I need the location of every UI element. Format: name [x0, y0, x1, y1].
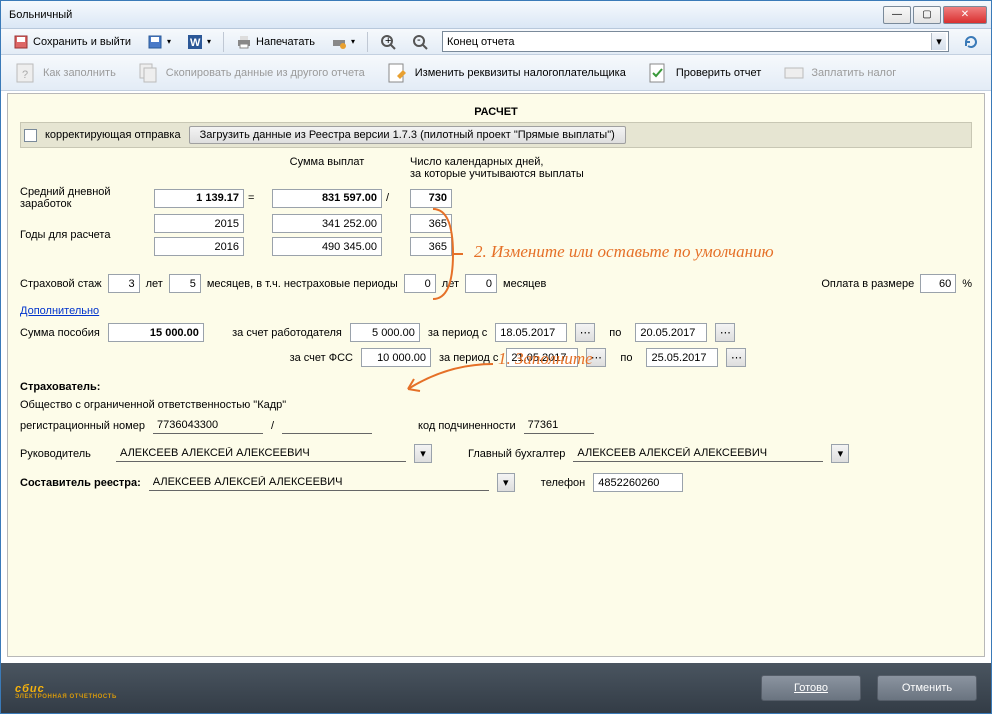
calendar-button[interactable]: ⋯	[726, 348, 746, 367]
benefit-sum-label: Сумма пособия	[20, 327, 100, 339]
close-button[interactable]: ✕	[943, 6, 987, 24]
benefit-sum-input[interactable]	[108, 323, 204, 342]
year2-sum-input[interactable]	[272, 237, 382, 256]
zoom-out-icon: -	[412, 34, 428, 50]
help-icon: ?	[15, 62, 37, 84]
disk-icon	[147, 34, 163, 50]
reg-num-input[interactable]	[153, 417, 263, 434]
save-icon	[13, 34, 29, 50]
employer-sum-input[interactable]	[350, 323, 420, 342]
save-exit-button[interactable]: Сохранить и выйти	[7, 32, 137, 52]
nonins-months-input[interactable]	[465, 274, 497, 293]
compiler-input[interactable]	[149, 474, 489, 491]
minimize-button[interactable]: —	[883, 6, 911, 24]
dropdown-button[interactable]: ▾	[497, 473, 515, 492]
window-title: Больничный	[9, 9, 883, 21]
accountant-input[interactable]	[573, 445, 823, 462]
section-title: РАСЧЕТ	[20, 102, 972, 122]
pay-icon	[783, 62, 805, 84]
fss-date-from-input[interactable]	[506, 348, 578, 367]
load-registry-button[interactable]: Загрузить данные из Реестра версии 1.7.3…	[189, 126, 626, 144]
maximize-button[interactable]: ▢	[913, 6, 941, 24]
pay-rate-input[interactable]	[920, 274, 956, 293]
svg-text:+: +	[385, 35, 391, 47]
check-icon	[648, 62, 670, 84]
ok-button[interactable]: Готово	[761, 675, 861, 701]
emp-date-from-input[interactable]	[495, 323, 567, 342]
how-fill-button: ? Как заполнить	[7, 58, 124, 88]
stazh-years-input[interactable]	[108, 274, 140, 293]
year2-days-input[interactable]	[410, 237, 452, 256]
org-name: Общество с ограниченной ответственностью…	[20, 399, 286, 411]
print-dropdown-button[interactable]: ▾	[325, 32, 361, 52]
additional-link[interactable]: Дополнительно	[20, 305, 99, 317]
printer-icon	[236, 34, 252, 50]
calendar-button[interactable]: ⋯	[715, 323, 735, 342]
logo: сбис ЭЛЕКТРОННАЯ ОТЧЕТНОСТЬ	[15, 676, 117, 700]
footer: сбис ЭЛЕКТРОННАЯ ОТЧЕТНОСТЬ Готово Отмен…	[1, 663, 991, 713]
dropdown-button[interactable]: ▾	[831, 444, 849, 463]
year1-input[interactable]	[154, 214, 244, 233]
fss-sum-input[interactable]	[361, 348, 431, 367]
nonins-years-input[interactable]	[404, 274, 436, 293]
save-button[interactable]: ▾	[141, 32, 177, 52]
main-toolbar: Сохранить и выйти ▾ W▾ Напечатать ▾ + - …	[1, 29, 991, 55]
printer-gear-icon	[331, 34, 347, 50]
years-label: Годы для расчета	[20, 229, 150, 241]
sub-code-input[interactable]	[524, 417, 594, 434]
change-requisites-button[interactable]: Изменить реквизиты налогоплательщика	[379, 58, 634, 88]
svg-text:-: -	[417, 34, 421, 46]
nav-combo[interactable]: Конец отчета ▾	[442, 31, 949, 52]
refresh-icon	[963, 34, 979, 50]
pay-tax-button: Заплатить налог	[775, 58, 904, 88]
correction-checkbox[interactable]	[24, 129, 37, 142]
correction-label: корректирующая отправка	[45, 129, 181, 141]
total-sum-input[interactable]	[272, 189, 382, 208]
fss-date-to-input[interactable]	[646, 348, 718, 367]
days-header: Число календарных дней,за которые учитыв…	[410, 156, 610, 180]
dropdown-button[interactable]: ▾	[414, 444, 432, 463]
emp-date-to-input[interactable]	[635, 323, 707, 342]
year2-input[interactable]	[154, 237, 244, 256]
edit-doc-icon	[387, 62, 409, 84]
print-button[interactable]: Напечатать	[230, 32, 321, 52]
refresh-button[interactable]	[957, 32, 985, 52]
calendar-button[interactable]: ⋯	[586, 348, 606, 367]
year1-sum-input[interactable]	[272, 214, 382, 233]
svg-text:W: W	[190, 37, 201, 49]
titlebar: Больничный — ▢ ✕	[1, 1, 991, 29]
calendar-button[interactable]: ⋯	[575, 323, 595, 342]
total-days-input[interactable]	[410, 189, 452, 208]
chevron-down-icon[interactable]: ▾	[931, 33, 946, 50]
avg-daily-label: Средний дневной заработок	[20, 186, 150, 210]
word-icon: W	[187, 34, 203, 50]
reg-num2-input[interactable]	[282, 417, 372, 434]
avg-daily-input[interactable]	[154, 189, 244, 208]
secondary-toolbar: ? Как заполнить Скопировать данные из др…	[1, 55, 991, 91]
copy-icon	[138, 62, 160, 84]
insurer-title: Страхователь:	[20, 381, 100, 393]
year1-days-input[interactable]	[410, 214, 452, 233]
zoom-out-button[interactable]: -	[406, 32, 434, 52]
phone-input[interactable]	[593, 473, 683, 492]
zoom-in-icon: +	[380, 34, 396, 50]
svg-text:?: ?	[22, 69, 28, 81]
stazh-label: Страховой стаж	[20, 278, 102, 290]
content-area: РАСЧЕТ корректирующая отправка Загрузить…	[7, 93, 985, 657]
word-button[interactable]: W▾	[181, 32, 217, 52]
cancel-button[interactable]: Отменить	[877, 675, 977, 701]
stazh-months-input[interactable]	[169, 274, 201, 293]
copy-data-button: Скопировать данные из другого отчета	[130, 58, 373, 88]
zoom-in-button[interactable]: +	[374, 32, 402, 52]
head-input[interactable]	[116, 445, 406, 462]
sum-payments-header: Сумма выплат	[272, 156, 382, 180]
check-report-button[interactable]: Проверить отчет	[640, 58, 770, 88]
